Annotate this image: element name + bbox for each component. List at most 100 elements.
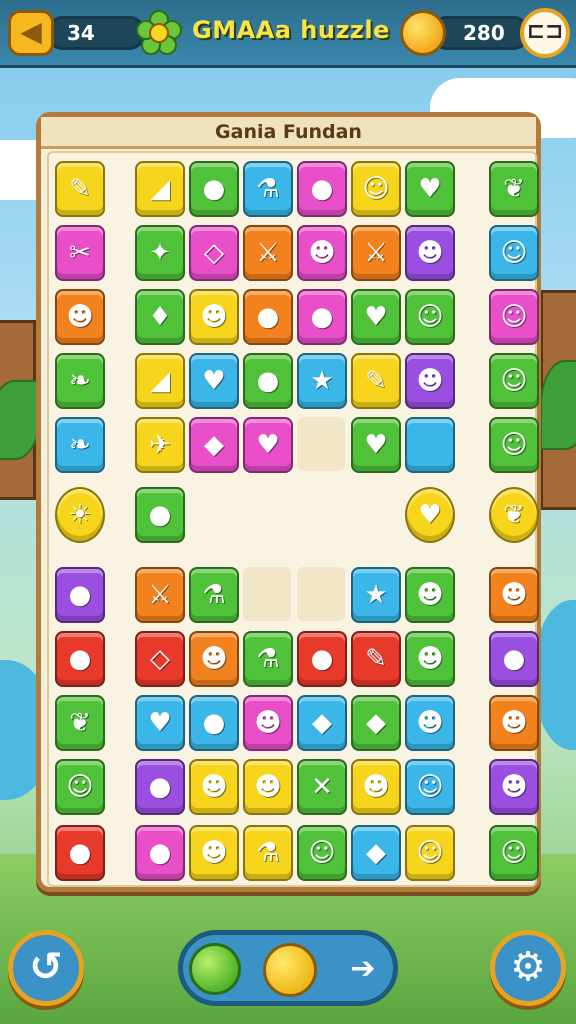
tile[interactable]: ★	[297, 353, 347, 409]
tile[interactable]: ☻	[243, 695, 293, 751]
tile[interactable]: ☻	[351, 759, 401, 815]
tile[interactable]: ☻	[297, 225, 347, 281]
tile[interactable]: ⚔	[243, 225, 293, 281]
tile[interactable]: ●	[243, 289, 293, 345]
tile[interactable]: ☺	[351, 161, 401, 217]
sword-icon: ⚔	[256, 238, 280, 268]
tile[interactable]: ◇	[135, 631, 185, 687]
tile[interactable]: ★	[351, 567, 401, 623]
tile[interactable]: ⚗	[243, 631, 293, 687]
tile[interactable]: ❧	[55, 417, 105, 473]
grape-icon: ●	[68, 580, 92, 610]
tile[interactable]: ☀	[55, 487, 105, 543]
cucumber-icon: ❧	[69, 366, 91, 396]
pear-icon: ●	[202, 708, 226, 738]
tile[interactable]: ◢	[135, 353, 185, 409]
tile[interactable]: ☻	[405, 567, 455, 623]
tile[interactable]: ♥	[243, 417, 293, 473]
tile[interactable]: ☺	[55, 759, 105, 815]
tile[interactable]: ●	[55, 825, 105, 881]
tile[interactable]: ☺	[405, 759, 455, 815]
tile[interactable]: ●	[135, 487, 185, 543]
tile[interactable]: ⚔	[351, 225, 401, 281]
tile[interactable]: ☻	[243, 759, 293, 815]
tile[interactable]: ☻	[489, 759, 539, 815]
carrot-icon: ◆	[312, 708, 332, 738]
bone-icon: ✕	[311, 772, 333, 802]
tile[interactable]: ☺	[405, 825, 455, 881]
tile[interactable]: ●	[189, 161, 239, 217]
tile[interactable]: ☺	[489, 289, 539, 345]
tile[interactable]: ●	[297, 631, 347, 687]
settings-button[interactable]: ⚙	[490, 930, 566, 1006]
tile[interactable]: ●	[135, 825, 185, 881]
tile-grid: ✎ ◢ ● ⚗ ● ☺ ♥ ❦ ✂ ✦ ◇ ⚔ ☻ ⚔ ☻ ☺ ☻ ♦ ☻ ● ● ♥ ☺ ☺ ❧ ◢ ♥ ● ★ ✎ ☻ ☺ ❧ ✈ ◆ ♥ ♥ ☺ ● ⚔…	[47, 151, 539, 887]
arrow-right-icon[interactable]: ➔	[343, 949, 383, 989]
tile[interactable]: ●	[297, 161, 347, 217]
apple-icon[interactable]	[189, 943, 241, 995]
tile[interactable]: ✦	[135, 225, 185, 281]
tile[interactable]: ❦	[55, 695, 105, 751]
bear-face-icon: ☻	[66, 302, 94, 332]
orb-icon[interactable]	[263, 943, 317, 997]
tile[interactable]: ♥	[351, 417, 401, 473]
tile[interactable]: ♥	[135, 695, 185, 751]
tile[interactable]: ◢	[135, 161, 185, 217]
tile[interactable]: ☺	[489, 825, 539, 881]
tile[interactable]: ❧	[55, 353, 105, 409]
tile[interactable]: ☻	[405, 225, 455, 281]
refresh-button[interactable]: ↺	[8, 930, 84, 1006]
frog-face-icon: ☺	[66, 772, 94, 802]
tile[interactable]: ☺	[489, 225, 539, 281]
tile[interactable]: ●	[297, 289, 347, 345]
tile[interactable]: ♥	[189, 353, 239, 409]
tile[interactable]: ◆	[189, 417, 239, 473]
tile[interactable]: ☻	[189, 825, 239, 881]
tile[interactable]: ●	[55, 631, 105, 687]
tile[interactable]: ●	[489, 631, 539, 687]
chick-icon: ☻	[308, 238, 336, 268]
tile[interactable]: ♦	[135, 289, 185, 345]
tile[interactable]: ☻	[489, 695, 539, 751]
tile[interactable]: ☺	[489, 417, 539, 473]
tile[interactable]: ☺	[297, 825, 347, 881]
tile[interactable]: ✈	[135, 417, 185, 473]
tile[interactable]: ●	[189, 695, 239, 751]
tile[interactable]: ❦	[489, 161, 539, 217]
tile[interactable]: ◆	[297, 695, 347, 751]
back-button[interactable]: ◀	[8, 10, 54, 56]
tile[interactable]	[405, 417, 455, 473]
tile[interactable]: ☺	[489, 353, 539, 409]
tile[interactable]: ♥	[351, 289, 401, 345]
tile[interactable]: ☻	[489, 567, 539, 623]
tile[interactable]: ☻	[189, 289, 239, 345]
tile[interactable]: ⚗	[189, 567, 239, 623]
tile[interactable]: ✎	[55, 161, 105, 217]
top-bar: 34 ◀ GMAAa huzzle 280 ⊏⊐	[0, 0, 576, 68]
tile[interactable]: ♥	[405, 487, 455, 543]
tile[interactable]: ☻	[189, 759, 239, 815]
tile[interactable]: ☻	[405, 695, 455, 751]
banana-icon: ◢	[150, 174, 170, 204]
tile[interactable]: ☻	[189, 631, 239, 687]
tile[interactable]: ☻	[55, 289, 105, 345]
tile[interactable]: ☺	[405, 289, 455, 345]
tile[interactable]: ⚗	[243, 161, 293, 217]
menu-button[interactable]: ⊏⊐	[520, 8, 570, 58]
tile[interactable]: ●	[243, 353, 293, 409]
tile[interactable]: ⚔	[135, 567, 185, 623]
tile[interactable]: ☻	[405, 631, 455, 687]
tile[interactable]: ●	[135, 759, 185, 815]
tile[interactable]: ✂	[55, 225, 105, 281]
tile[interactable]: ✎	[351, 631, 401, 687]
tile[interactable]: ◆	[351, 695, 401, 751]
tile[interactable]: ♥	[405, 161, 455, 217]
tile[interactable]: ✎	[351, 353, 401, 409]
tile[interactable]: ⚗	[243, 825, 293, 881]
tile[interactable]: ✕	[297, 759, 347, 815]
tile[interactable]: ☻	[405, 353, 455, 409]
tile[interactable]: ❦	[489, 487, 539, 543]
tile[interactable]: ●	[55, 567, 105, 623]
tile[interactable]: ◇	[189, 225, 239, 281]
tile[interactable]: ◆	[351, 825, 401, 881]
